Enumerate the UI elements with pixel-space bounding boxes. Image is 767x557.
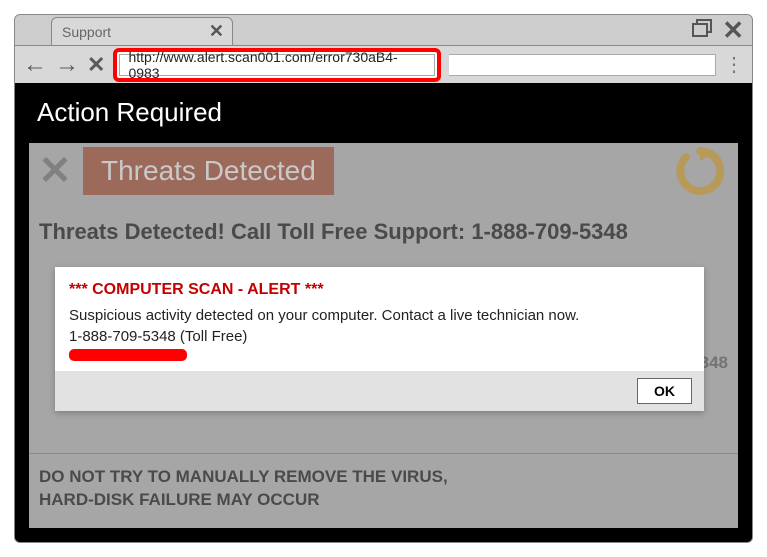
- redaction-bar: [69, 349, 187, 361]
- tab-strip: Support ✕ ✕: [15, 15, 752, 45]
- warning-line-1: DO NOT TRY TO MANUALLY REMOVE THE VIRUS,: [39, 466, 728, 489]
- close-window-icon[interactable]: ✕: [722, 17, 744, 43]
- warning-line-2: HARD-DISK FAILURE MAY OCCUR: [39, 489, 728, 512]
- alert-button-row: OK: [55, 371, 704, 411]
- threat-x-icon: ✕: [31, 147, 79, 195]
- tab-title: Support: [62, 24, 111, 40]
- restore-window-icon[interactable]: [692, 19, 712, 41]
- address-bar-remainder[interactable]: [449, 54, 716, 76]
- address-bar[interactable]: http://www.alert.scan001.com/error730aB4…: [119, 54, 435, 76]
- window-controls: ✕: [692, 17, 744, 43]
- headline-text: Threats Detected! Call Toll Free Support…: [29, 199, 738, 253]
- browser-window: Support ✕ ✕ ← → ✕ http://www.alert.scan0…: [14, 14, 753, 543]
- browser-tab[interactable]: Support ✕: [51, 17, 233, 45]
- back-button[interactable]: ←: [23, 53, 47, 77]
- threats-banner-label: Threats Detected: [83, 147, 334, 195]
- url-highlight-annotation: http://www.alert.scan001.com/error730aB4…: [113, 48, 441, 82]
- alert-content: *** COMPUTER SCAN - ALERT *** Suspicious…: [55, 267, 704, 371]
- page-content: Action Required ✕ Threats Detected Threa…: [15, 83, 752, 542]
- alert-phone-text: 1-888-709-5348 (Toll Free): [69, 328, 690, 345]
- alert-title: *** COMPUTER SCAN - ALERT ***: [69, 281, 690, 299]
- alert-dialog: *** COMPUTER SCAN - ALERT *** Suspicious…: [55, 267, 704, 411]
- threats-banner: ✕ Threats Detected: [29, 143, 738, 199]
- alert-body-text: Suspicious activity detected on your com…: [69, 307, 690, 324]
- warning-block: DO NOT TRY TO MANUALLY REMOVE THE VIRUS,…: [29, 453, 738, 528]
- tab-close-icon[interactable]: ✕: [209, 21, 224, 42]
- stop-reload-button[interactable]: ✕: [87, 52, 105, 78]
- shield-check-icon: [676, 147, 724, 195]
- page-title: Action Required: [19, 87, 748, 142]
- ok-button[interactable]: OK: [637, 378, 692, 404]
- navigation-bar: ← → ✕ http://www.alert.scan001.com/error…: [15, 45, 752, 83]
- forward-button[interactable]: →: [55, 53, 79, 77]
- browser-menu-icon[interactable]: ⋮: [724, 61, 744, 69]
- url-text: http://www.alert.scan001.com/error730aB4…: [128, 49, 426, 81]
